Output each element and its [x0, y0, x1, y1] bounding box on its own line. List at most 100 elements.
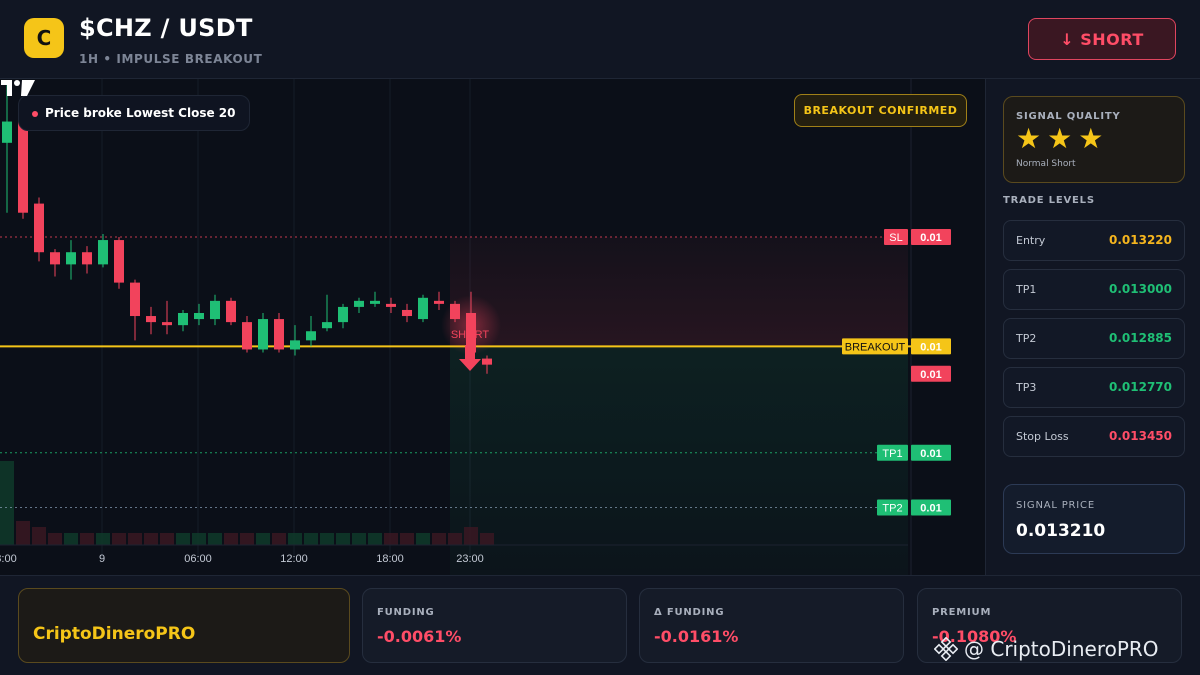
level-name: Entry — [1016, 234, 1046, 247]
level-value: 0.012885 — [1108, 331, 1172, 345]
stat-label: Δ FUNDING — [654, 607, 725, 618]
candle-body — [226, 300, 236, 323]
volume-bar — [352, 533, 366, 545]
candle-body — [354, 300, 364, 307]
candle-body — [146, 316, 156, 323]
volume-bar — [192, 533, 206, 545]
volume-bar — [208, 533, 222, 545]
x-tick-label: 18:00 — [376, 553, 404, 565]
star-icon: ★ — [1078, 122, 1104, 155]
tp1-tag: 0.01 — [920, 448, 941, 460]
level-name: Stop Loss — [1016, 430, 1069, 443]
candle-body — [258, 319, 268, 350]
volume-bar — [448, 533, 462, 545]
signal-price-value: 0.013210 — [1016, 521, 1106, 541]
chart-canvas[interactable]: SHORT SL 0.01 BREAKOUT 0.01 0.01 TP1 0.01 TP2 0.0… — [0, 79, 985, 575]
level-entry: Entry 0.013220 — [1003, 220, 1185, 261]
signal-quality-card: SIGNAL QUALITY ★ ★ ★ Normal Short — [1003, 96, 1185, 183]
short-marker-label: SHORT — [451, 329, 490, 341]
tp2-label: TP2 — [882, 502, 902, 514]
header: C $CHZ / USDT 1H • IMPULSE BREAKOUT ↓ SH… — [0, 0, 1200, 79]
x-tick-label: 06:00 — [184, 553, 212, 565]
candle-body — [242, 322, 252, 350]
risk-zone — [450, 237, 908, 347]
star-icon: ★ — [1047, 122, 1073, 155]
level-name: TP1 — [1016, 283, 1037, 296]
volume-bar — [48, 533, 62, 545]
volume-bar — [224, 533, 238, 545]
candle-body — [418, 297, 428, 320]
stat-label: PREMIUM — [932, 607, 992, 618]
volume-bar — [272, 533, 286, 545]
level-value: 0.012770 — [1108, 380, 1172, 394]
candle-body — [338, 306, 348, 323]
pair-title: $CHZ / USDT — [79, 14, 253, 42]
volume-bar — [80, 533, 94, 545]
candle-body — [66, 252, 76, 265]
tp1-label: TP1 — [882, 448, 902, 460]
volume-bar — [96, 533, 110, 545]
alert-text: Price broke Lowest Close 20 — [45, 106, 236, 120]
candle-body — [450, 303, 460, 320]
volume-bar — [336, 533, 350, 545]
signal-panel: SIGNAL QUALITY ★ ★ ★ Normal Short TRADE … — [985, 79, 1200, 575]
signal-price-card: SIGNAL PRICE 0.013210 — [1003, 484, 1185, 554]
level-value: 0.013000 — [1108, 282, 1172, 296]
stat-value: -0.0161% — [654, 627, 739, 646]
volume-bar — [432, 533, 446, 545]
level-stop-loss: Stop Loss 0.013450 — [1003, 416, 1185, 457]
candle-body — [482, 358, 492, 365]
price-chart[interactable]: SHORT SL 0.01 BREAKOUT 0.01 0.01 TP1 0.01 TP2 0.0… — [0, 79, 985, 575]
watermark: @ CriptoDineroPRO — [934, 637, 1159, 661]
x-tick-label: 23:00 — [456, 553, 484, 565]
breakout-tag: 0.01 — [920, 341, 941, 353]
volume-bar — [384, 533, 398, 545]
current-price-tag: 0.01 — [920, 369, 941, 381]
candle-body — [370, 300, 380, 304]
level-tp1: TP1 0.013000 — [1003, 269, 1185, 310]
alert-dot-icon — [32, 111, 38, 117]
candle-body — [194, 313, 204, 320]
watermark-text: @ CriptoDineroPRO — [964, 637, 1159, 661]
trade-levels-title: TRADE LEVELS — [1003, 195, 1095, 206]
star-icon: ★ — [1016, 122, 1042, 155]
level-name: TP3 — [1016, 381, 1037, 394]
volume-bar — [256, 533, 270, 545]
volume-bar — [112, 533, 126, 545]
volume-bar — [144, 533, 158, 545]
short-button[interactable]: ↓ SHORT — [1028, 18, 1176, 60]
candle-body — [50, 252, 60, 265]
x-tick-label: 9 — [99, 553, 105, 565]
volume-bar — [160, 533, 174, 545]
volume-bar — [368, 533, 382, 545]
binance-icon — [934, 637, 958, 661]
breakout-confirmed-badge: BREAKOUT CONFIRMED — [794, 94, 967, 127]
stat-funding: FUNDING -0.0061% — [362, 588, 627, 663]
level-value: 0.013450 — [1108, 429, 1172, 443]
candle-body — [386, 303, 396, 307]
stat-value: -0.0061% — [377, 627, 462, 646]
level-value: 0.013220 — [1108, 233, 1172, 247]
candle-body — [434, 300, 444, 304]
candle-body — [114, 240, 124, 283]
volume-bar — [304, 533, 318, 545]
rating-stars: ★ ★ ★ — [1016, 125, 1103, 153]
candle-body — [290, 340, 300, 350]
breakout-label: BREAKOUT — [845, 341, 906, 353]
volume-bar — [16, 521, 30, 545]
candle-body — [162, 322, 172, 326]
alert-pill: Price broke Lowest Close 20 — [18, 95, 251, 131]
volume-bar — [320, 533, 334, 545]
level-name: TP2 — [1016, 332, 1037, 345]
signal-quality-sub: Normal Short — [1016, 159, 1076, 169]
signal-price-label: SIGNAL PRICE — [1016, 500, 1095, 511]
volume-bar — [480, 533, 494, 545]
tradingview-logo-icon — [1, 80, 35, 96]
candle-body — [274, 319, 284, 350]
x-tick-label: 12:00 — [280, 553, 308, 565]
candle-body — [98, 240, 108, 265]
candle-body — [2, 121, 12, 143]
volume-bar — [240, 533, 254, 545]
candle-body — [18, 121, 28, 213]
candle-body — [178, 313, 188, 326]
